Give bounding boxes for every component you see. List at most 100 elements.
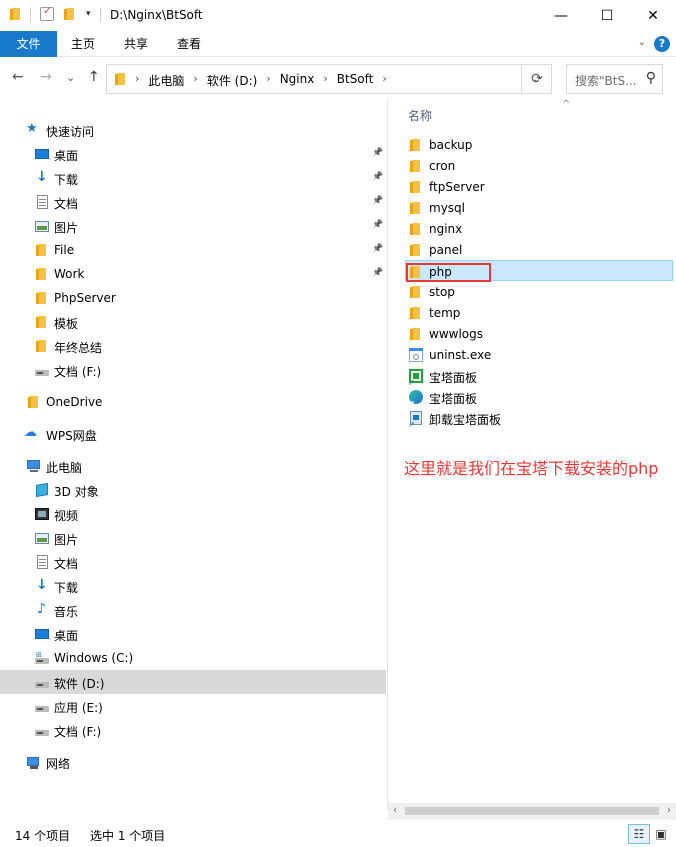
up-button[interactable]: ↑ <box>88 69 100 85</box>
file-item[interactable]: nginx <box>406 218 674 239</box>
nav-pc-item[interactable]: 文档 (F:) <box>0 718 386 742</box>
file-item[interactable]: temp <box>406 302 674 323</box>
pin-icon[interactable]: 📌 <box>372 268 383 278</box>
file-name: 宝塔面板 <box>429 392 478 406</box>
tab-home[interactable]: 主页 <box>57 31 109 57</box>
folder-icon <box>408 326 424 342</box>
nav-quick-item[interactable]: ↓ 下载 📌 <box>0 166 386 190</box>
folder-icon <box>26 394 42 410</box>
scrollbar-thumb[interactable] <box>405 807 659 815</box>
nav-quick-item[interactable]: 图片 📌 <box>0 214 386 238</box>
navigation-pane: ★ 快速访问 桌面 📌 ↓ 下载 📌 文档 📌 图片 📌 File 📌 Work 📌 PhpServer 模… <box>0 99 388 811</box>
tab-file[interactable]: 文件 <box>0 31 57 57</box>
address-bar[interactable]: › 此电脑 › 软件 (D:) › Nginx › BtSoft › ⌄ <box>106 64 552 94</box>
help-icon[interactable]: ? <box>654 36 670 52</box>
large-icons-view-icon[interactable]: ▣ <box>650 824 672 844</box>
nav-label: Windows (C:) <box>54 651 134 665</box>
file-item[interactable]: panel <box>406 239 674 260</box>
nav-pc-item[interactable]: 桌面 <box>0 622 386 646</box>
pin-icon[interactable]: 📌 <box>372 244 383 254</box>
status-bar: 14 个项目 选中 1 个项目 ☷ ▣ <box>0 820 676 847</box>
drive-icon <box>34 722 50 738</box>
file-item[interactable]: mysql <box>406 197 674 218</box>
nav-quick-item[interactable]: 文档 📌 <box>0 190 386 214</box>
breadcrumb-drive-d[interactable]: 软件 (D:) <box>207 72 257 89</box>
chevron-right-icon[interactable]: › <box>382 72 386 89</box>
refresh-button[interactable]: ⟳ <box>522 64 552 94</box>
new-folder-icon[interactable] <box>62 6 78 24</box>
nav-quick-item[interactable]: 文档 (F:) <box>0 358 386 382</box>
nav-quick-item[interactable]: PhpServer <box>0 286 386 310</box>
nav-quick-item[interactable]: 桌面 📌 <box>0 142 386 166</box>
tab-share[interactable]: 共享 <box>109 31 163 57</box>
nav-label: OneDrive <box>46 395 103 409</box>
file-item[interactable]: ↗ 宝塔面板 <box>406 386 674 408</box>
chevron-right-icon[interactable]: › <box>323 72 327 89</box>
details-view-icon[interactable]: ☷ <box>628 824 650 844</box>
file-item[interactable]: ↗ 卸载宝塔面板 <box>406 407 674 429</box>
chevron-right-icon[interactable]: › <box>266 72 270 89</box>
nav-pc-item[interactable]: ♪ 音乐 <box>0 598 386 622</box>
pin-icon[interactable]: 📌 <box>372 220 383 230</box>
nav-label: 桌面 <box>54 629 79 643</box>
horizontal-scrollbar[interactable]: ‹ › <box>388 803 676 820</box>
nav-this-pc[interactable]: 此电脑 <box>0 454 386 478</box>
nav-network[interactable]: 网络 <box>0 750 386 774</box>
maximize-button[interactable]: ☐ <box>584 0 630 31</box>
file-item[interactable]: ftpServer <box>406 176 674 197</box>
nav-pc-item[interactable]: 图片 <box>0 526 386 550</box>
file-item[interactable]: stop <box>406 281 674 302</box>
search-icon[interactable]: ⚲ <box>646 70 656 86</box>
file-item[interactable]: ↗ 宝塔面板 <box>406 365 674 387</box>
nav-wps-drive[interactable]: ☁ WPS网盘 <box>0 422 386 446</box>
breadcrumb: › 此电脑 › 软件 (D:) › Nginx › BtSoft › <box>135 72 396 89</box>
recent-locations-button[interactable]: ⌄ <box>66 71 75 84</box>
nav-onedrive[interactable]: OneDrive <box>0 390 386 414</box>
search-input[interactable]: 搜索"BtS... ⚲ <box>566 64 663 94</box>
close-button[interactable]: ✕ <box>630 0 676 31</box>
file-item[interactable]: backup <box>406 134 674 155</box>
nav-pc-item[interactable]: 应用 (E:) <box>0 694 386 718</box>
minimize-button[interactable]: — <box>538 0 584 31</box>
customize-toolbar-icon[interactable]: ▾ <box>86 9 91 27</box>
nav-quick-item[interactable]: 模板 <box>0 310 386 334</box>
file-item[interactable]: uninst.exe <box>406 344 674 365</box>
pin-icon[interactable]: 📌 <box>372 172 383 182</box>
nav-pc-item[interactable]: ⊞ Windows (C:) <box>0 646 386 670</box>
breadcrumb-btsoft[interactable]: BtSoft <box>337 72 374 89</box>
scroll-right-icon[interactable]: › <box>667 805 671 816</box>
nav-pc-item[interactable]: 视频 <box>0 502 386 526</box>
drive-icon <box>34 674 50 690</box>
nav-quick-access[interactable]: ★ 快速访问 <box>0 118 386 142</box>
nav-quick-item[interactable]: 年终总结 <box>0 334 386 358</box>
back-button[interactable]: ← <box>12 69 24 85</box>
nav-quick-item[interactable]: Work 📌 <box>0 262 386 286</box>
nav-quick-item[interactable]: File 📌 <box>0 238 386 262</box>
file-list-pane: ^ 名称 backup cron ftpServer mysql nginx panel p… <box>388 99 676 811</box>
chevron-right-icon[interactable]: › <box>193 72 197 89</box>
download-icon: ↓ <box>36 169 48 185</box>
expand-ribbon-icon[interactable]: ⌄ <box>638 37 646 48</box>
nav-pc-item[interactable]: 文档 <box>0 550 386 574</box>
breadcrumb-this-pc[interactable]: 此电脑 <box>148 72 184 89</box>
properties-icon[interactable]: ✓ <box>40 6 54 21</box>
file-item[interactable]: wwwlogs <box>406 323 674 344</box>
nav-pc-item[interactable]: 软件 (D:) <box>0 670 386 694</box>
breadcrumb-nginx[interactable]: Nginx <box>280 72 315 89</box>
scroll-left-icon[interactable]: ‹ <box>393 805 397 816</box>
nav-pc-item[interactable]: 3D 对象 <box>0 478 386 502</box>
file-item[interactable]: cron <box>406 155 674 176</box>
column-header-name[interactable]: 名称 <box>408 107 432 124</box>
file-name: uninst.exe <box>429 348 492 362</box>
nav-pc-item[interactable]: ↓ 下载 <box>0 574 386 598</box>
forward-button[interactable]: → <box>40 69 52 85</box>
document-icon <box>34 194 50 210</box>
tab-view[interactable]: 查看 <box>163 31 215 57</box>
pin-icon[interactable]: 📌 <box>372 148 383 158</box>
file-name: stop <box>429 285 455 299</box>
ribbon: 文件 主页 共享 查看 ⌄ ? <box>0 31 676 57</box>
nav-label: Work <box>54 267 85 281</box>
pin-icon[interactable]: 📌 <box>372 196 383 206</box>
folder-icon <box>408 305 424 321</box>
nav-label: WPS网盘 <box>46 429 97 443</box>
